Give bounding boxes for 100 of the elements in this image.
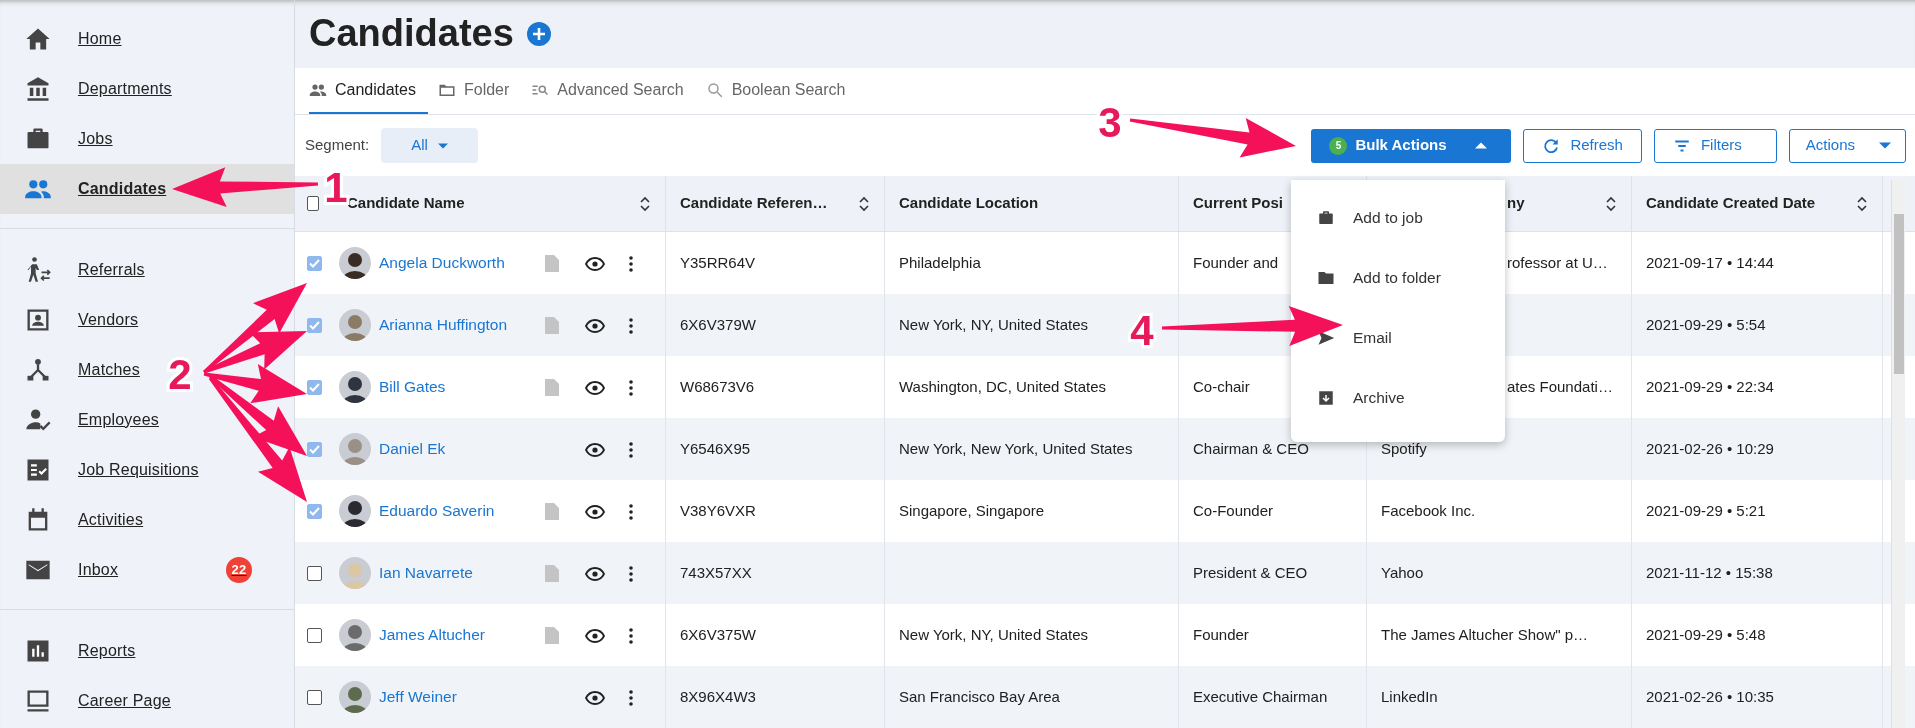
candidate-link[interactable]: Jeff Weiner [373, 685, 545, 709]
more-icon[interactable] [629, 317, 633, 334]
reference-cell-text: Y35RR64V [680, 252, 756, 273]
date-cell-text: 2021-09-29 • 5:48 [1646, 624, 1766, 645]
table-row[interactable]: Jeff Weiner 8X96X4W3 San Francisco Bay Area Executive Chairman LinkedIn 2021-02-26 • 10:35 [295, 666, 1915, 728]
position-cell-text: Founder [1193, 624, 1249, 645]
more-icon[interactable] [629, 503, 633, 520]
reference-cell-text: Y6546X95 [680, 438, 751, 459]
callout-number: 2 [168, 351, 192, 398]
eye-icon[interactable] [585, 690, 605, 705]
refresh-icon [1542, 136, 1561, 155]
reference-cell-text: 6X6V375W [680, 624, 756, 645]
sidebar-item[interactable]: Jobs [0, 114, 119, 164]
tab[interactable]: Advanced Search [531, 68, 696, 115]
column-header[interactable]: Candidate Location [885, 176, 1179, 231]
count-badge: 5 [1329, 136, 1348, 155]
actions-dropdown[interactable]: Actions [1788, 128, 1906, 163]
sidebar-item[interactable]: Activities [0, 495, 150, 545]
company-cell-text: ates Foundati… [1507, 376, 1613, 397]
more-icon[interactable] [629, 441, 633, 458]
company-cell-text: The James Altucher Show" p… [1381, 624, 1589, 645]
sidebar-item[interactable]: Vendors [0, 295, 145, 345]
location-cell-text: New York, New York, United States [899, 438, 1133, 459]
column-header[interactable]: Candidate Referen… [666, 176, 885, 231]
column-header[interactable]: Candidate Created Date [1632, 176, 1883, 231]
checkbox[interactable] [307, 255, 322, 271]
eye-icon[interactable] [585, 504, 605, 519]
sidebar-item[interactable]: Reports [0, 626, 142, 676]
company-cell-text: Spotify [1381, 438, 1427, 459]
date-cell-text: 2021-02-26 • 10:29 [1646, 438, 1774, 459]
position-cell-text: Chairman & CEO [1193, 438, 1309, 459]
add-icon[interactable] [525, 21, 552, 48]
briefcase-icon [1317, 209, 1335, 227]
checkbox[interactable] [307, 627, 322, 643]
checkbox[interactable] [307, 689, 322, 705]
callout-number: 4 [1130, 307, 1154, 354]
position-cell-text: Executive Chairman [1193, 686, 1328, 707]
eye-icon[interactable] [585, 380, 605, 395]
more-icon[interactable] [629, 379, 633, 396]
sidebar-item[interactable]: Employees [0, 395, 165, 445]
reference-cell-text: V38Y6VXR [680, 500, 756, 521]
sidebar-item[interactable]: Departments [0, 64, 178, 114]
checkbox[interactable] [307, 196, 319, 211]
checkbox[interactable] [307, 317, 322, 333]
tab[interactable]: Folder [437, 68, 522, 115]
candidate-link[interactable]: Eduardo Saverin [373, 499, 545, 523]
sidebar-item[interactable]: Inbox 22 [0, 545, 294, 595]
toolbar-button[interactable]: Refresh [1523, 128, 1642, 163]
folder-icon [1317, 269, 1335, 287]
scrollbar-thumb[interactable] [1894, 214, 1904, 374]
company-cell-text: Yahoo [1381, 562, 1424, 583]
candidate-link[interactable]: Arianna Huffington [373, 313, 545, 337]
date-cell-text: 2021-09-29 • 5:54 [1646, 314, 1766, 335]
sort-icon[interactable] [858, 195, 870, 212]
sort-icon[interactable] [639, 195, 651, 212]
caret-icon [1879, 142, 1891, 150]
table-row[interactable]: Daniel Ek Y6546X95 New York, New York, United States Chairman & CEO Spotify 2021-02-26 • 10:29 [295, 418, 1915, 480]
sidebar-item[interactable]: Referrals [0, 245, 151, 295]
sidebar-item[interactable]: Career Page [0, 676, 177, 726]
callout-number: 3 [1098, 99, 1122, 146]
candidate-link[interactable]: Bill Gates [373, 375, 545, 399]
candidate-link[interactable]: Ian Navarrete [373, 561, 545, 585]
location-cell-text: Philadelphia [899, 252, 981, 273]
more-icon[interactable] [629, 689, 633, 706]
checkbox[interactable] [307, 379, 322, 395]
eye-icon[interactable] [585, 628, 605, 643]
reference-cell-text: 6X6V379W [680, 314, 756, 335]
caret-icon [437, 142, 448, 149]
sidebar-item[interactable]: Matches [0, 345, 146, 395]
table-row[interactable]: Eduardo Saverin V38Y6VXR Singapore, Singapore Co-Founder Facebook Inc. 2021-09-29 • 5:21 [295, 480, 1915, 542]
table-row[interactable]: James Altucher 6X6V375W New York, NY, United States Founder The James Altucher Show" p… 2021-09-29 • 5:48 [295, 604, 1915, 666]
candidate-link[interactable]: Angela Duckworth [373, 251, 545, 275]
eye-icon[interactable] [585, 566, 605, 581]
more-icon[interactable] [629, 565, 633, 582]
eye-icon[interactable] [585, 318, 605, 333]
date-cell-text: 2021-09-29 • 5:21 [1646, 500, 1766, 521]
checkbox[interactable] [307, 441, 322, 457]
candidate-link[interactable]: Daniel Ek [373, 437, 545, 461]
table-row[interactable]: Ian Navarrete 743X57XX President & CEO Yahoo 2021-11-12 • 15:38 [295, 542, 1915, 604]
checkbox[interactable] [307, 565, 322, 581]
segment-dropdown[interactable]: All [381, 128, 478, 163]
candidate-link[interactable]: James Altucher [373, 623, 545, 647]
date-cell-text: 2021-09-17 • 14:44 [1646, 252, 1774, 273]
sidebar-item[interactable]: Home [0, 14, 128, 64]
tab[interactable]: Boolean Search [705, 68, 858, 115]
date-cell-text: 2021-09-29 • 22:34 [1646, 376, 1774, 397]
eye-icon[interactable] [585, 256, 605, 271]
toolbar-button[interactable]: Filters [1653, 128, 1777, 163]
sort-icon[interactable] [1856, 195, 1868, 212]
sidebar-item[interactable]: Job Requisitions [0, 445, 205, 495]
scrollbar[interactable] [1891, 180, 1905, 728]
date-cell-text: 2021-11-12 • 15:38 [1646, 562, 1773, 583]
reference-cell-text: 743X57XX [680, 562, 752, 583]
more-icon[interactable] [629, 627, 633, 644]
bulk-actions-button[interactable]: 5 Bulk Actions [1311, 128, 1512, 163]
sort-icon[interactable] [1605, 195, 1617, 212]
more-icon[interactable] [629, 255, 633, 272]
checkbox[interactable] [307, 503, 322, 519]
company-cell-text: LinkedIn [1381, 686, 1438, 707]
eye-icon[interactable] [585, 442, 605, 457]
